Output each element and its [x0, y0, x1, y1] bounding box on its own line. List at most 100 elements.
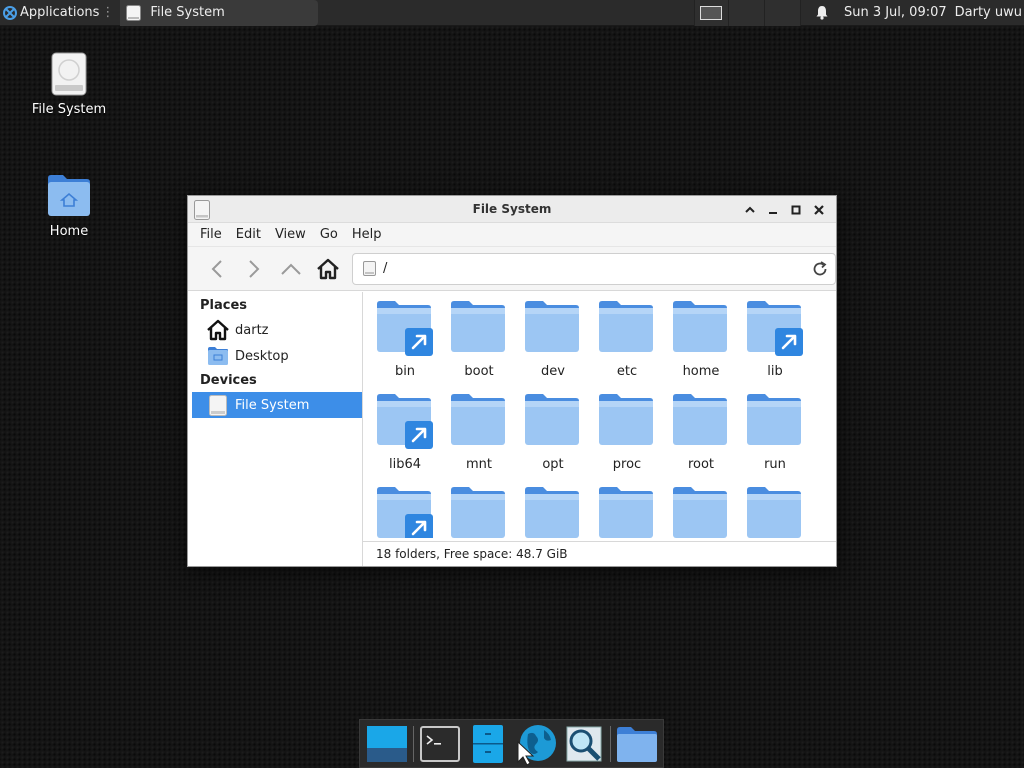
folder-item[interactable]: lib: [738, 298, 812, 388]
dock-file-cabinet[interactable]: [464, 721, 512, 767]
sidebar-item-desktop[interactable]: Desktop: [188, 343, 362, 369]
folder-item[interactable]: [590, 484, 664, 538]
dock-terminal[interactable]: [416, 721, 464, 767]
folder-icon: [525, 394, 579, 445]
sidebar-heading-places: Places: [200, 298, 248, 313]
folder-item[interactable]: root: [664, 391, 738, 481]
minimize-button[interactable]: [761, 200, 784, 219]
workspace-switcher[interactable]: [693, 0, 728, 26]
desktop-icon-file-system[interactable]: File System: [19, 52, 119, 117]
panel-spacer: [318, 0, 694, 26]
menu-bar: File Edit View Go Help: [188, 223, 836, 247]
location-path[interactable]: /: [383, 261, 387, 276]
home-icon: [316, 258, 339, 279]
shade-button[interactable]: [738, 200, 761, 219]
folder-name: lib64: [388, 457, 422, 472]
home-button[interactable]: [309, 251, 346, 287]
panel-separator-icon: ⋮: [101, 5, 115, 20]
folder-link-icon: [377, 394, 433, 449]
folder-item[interactable]: lib64: [368, 391, 442, 481]
folder-item[interactable]: [368, 484, 442, 538]
sidebar-heading-devices: Devices: [200, 373, 257, 388]
user-menu[interactable]: Darty uwu: [955, 5, 1024, 20]
folder-item[interactable]: [664, 484, 738, 538]
terminal-icon: [420, 725, 460, 762]
folder-item[interactable]: bin: [368, 298, 442, 388]
sidebar-item-dartz[interactable]: dartz: [188, 317, 362, 343]
menu-view[interactable]: View: [268, 227, 313, 242]
folder-icon: [599, 487, 653, 538]
file-view[interactable]: bin boot dev etc home lib lib64 mnt opt proc root r…: [363, 292, 836, 566]
folder-icon: [451, 394, 505, 445]
web-browser-icon: [517, 724, 556, 766]
folder-item[interactable]: mnt: [442, 391, 516, 481]
folder-name: dev: [541, 364, 565, 379]
chevron-up-icon: [280, 263, 301, 275]
folder-link-icon: [377, 487, 433, 538]
dock-web-browser[interactable]: [512, 721, 560, 767]
dock-show-desktop[interactable]: [363, 721, 411, 767]
sidebar-item-file-system[interactable]: File System: [192, 392, 362, 418]
reload-icon[interactable]: [811, 260, 829, 278]
folder-name: opt: [542, 457, 564, 472]
status-text: 18 folders, Free space: 48.7 GiB: [376, 547, 568, 561]
toolbar: /: [188, 247, 836, 291]
folder-item[interactable]: boot: [442, 298, 516, 388]
file-manager-window: File System File Edit View Go Help / Pla…: [187, 195, 837, 567]
folder-item[interactable]: [738, 484, 812, 538]
folder-icon: [617, 726, 657, 762]
drive-icon: [206, 394, 230, 416]
folder-name: etc: [616, 364, 638, 379]
close-button[interactable]: [807, 200, 830, 219]
taskbar-title: File System: [150, 5, 225, 20]
folder-icon: [673, 301, 727, 352]
folder-item[interactable]: proc: [590, 391, 664, 481]
clock[interactable]: Sun 3 Jul, 09:07: [844, 5, 955, 20]
menu-file[interactable]: File: [193, 227, 229, 242]
folder-grid: bin boot dev etc home lib lib64 mnt opt proc root r…: [365, 298, 815, 538]
folder-icon: [599, 394, 653, 445]
menu-go[interactable]: Go: [313, 227, 345, 242]
forward-button[interactable]: [235, 251, 272, 287]
show-desktop-icon: [367, 725, 407, 762]
folder-item[interactable]: home: [664, 298, 738, 388]
desktop-folder-icon: [206, 345, 230, 367]
bell-icon: [816, 6, 828, 20]
folder-name: mnt: [466, 457, 492, 472]
folder-icon: [673, 394, 727, 445]
folder-name: boot: [464, 364, 494, 379]
notifications-button[interactable]: [799, 0, 844, 26]
menu-edit[interactable]: Edit: [229, 227, 268, 242]
folder-item[interactable]: dev: [516, 298, 590, 388]
folder-name: proc: [612, 457, 642, 472]
dock: [359, 719, 664, 768]
file-cabinet-icon: [473, 724, 503, 763]
window-body: Places dartz Desktop Devices File System…: [188, 292, 836, 566]
chevron-up-icon: [744, 206, 755, 213]
parent-folder-button[interactable]: [272, 251, 309, 287]
dock-files[interactable]: [613, 721, 661, 767]
folder-item[interactable]: opt: [516, 391, 590, 481]
applications-menu[interactable]: Applications ⋮: [0, 0, 116, 26]
folder-item[interactable]: run: [738, 391, 812, 481]
dock-search[interactable]: [560, 721, 608, 767]
title-bar[interactable]: File System: [188, 196, 836, 223]
search-icon: [566, 726, 602, 761]
folder-item[interactable]: etc: [590, 298, 664, 388]
folder-item[interactable]: [516, 484, 590, 538]
folder-icon: [747, 487, 801, 538]
back-button[interactable]: [198, 251, 235, 287]
folder-name: home: [682, 364, 720, 379]
home-folder-icon: [48, 175, 90, 216]
folder-item[interactable]: [442, 484, 516, 538]
desktop-icon-label: Home: [49, 224, 89, 239]
menu-help[interactable]: Help: [345, 227, 389, 242]
workspace-1[interactable]: [700, 5, 723, 20]
maximize-button[interactable]: [784, 200, 807, 219]
desktop-icon-home[interactable]: Home: [19, 172, 119, 239]
sidebar: Places dartz Desktop Devices File System: [188, 292, 363, 566]
location-bar[interactable]: /: [352, 252, 836, 285]
sidebar-item-label: Desktop: [235, 348, 289, 364]
folder-icon: [599, 301, 653, 352]
taskbar-button-file-system[interactable]: File System: [120, 0, 319, 26]
